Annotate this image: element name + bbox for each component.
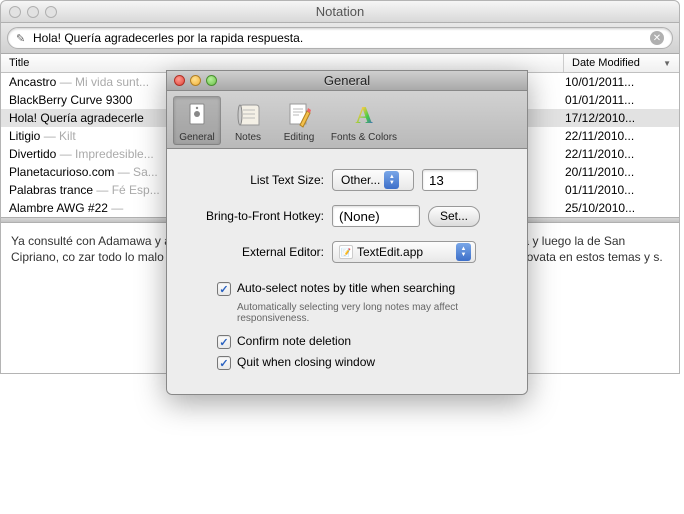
sort-arrow-icon: ▼ [663, 59, 671, 68]
list-text-size-label: List Text Size: [187, 173, 332, 187]
textedit-app-icon: 📝 [339, 245, 353, 259]
select-arrows-icon: ▲▼ [456, 243, 471, 261]
close-sheet-icon[interactable] [174, 75, 185, 86]
clear-search-icon[interactable]: ✕ [650, 31, 664, 45]
auto-select-label: Auto-select notes by title when searchin… [237, 281, 455, 295]
minimize-window-icon[interactable] [27, 6, 39, 18]
main-traffic-lights [1, 6, 57, 18]
minimize-sheet-icon[interactable] [190, 75, 201, 86]
tab-editing[interactable]: Editing [275, 96, 323, 145]
fonts-colors-icon: A [348, 99, 380, 131]
search-bar: ✎ ✕ [1, 23, 679, 54]
sheet-titlebar: General [167, 71, 527, 91]
pencil-icon: ✎ [16, 32, 28, 44]
external-editor-popup[interactable]: 📝 TextEdit.app ▲▼ [332, 241, 476, 263]
search-input[interactable] [33, 31, 650, 45]
tab-notes[interactable]: Notes [224, 96, 272, 145]
svg-text:A: A [355, 103, 373, 129]
quit-close-label: Quit when closing window [237, 355, 375, 369]
sheet-title: General [167, 73, 527, 88]
select-arrows-icon: ▲▼ [384, 171, 399, 189]
confirm-delete-checkbox[interactable]: ✓ [217, 335, 231, 349]
main-window-title: Notation [1, 4, 679, 19]
sheet-body: List Text Size: Other... ▲▼ Bring-to-Fro… [167, 149, 527, 394]
main-window: Notation ✎ ✕ Title Date Modified ▼ Ancas… [0, 0, 680, 374]
confirm-delete-label: Confirm note deletion [237, 334, 351, 348]
list-text-size-select[interactable]: Other... ▲▼ [332, 169, 414, 191]
hotkey-set-button[interactable]: Set... [428, 206, 480, 227]
tab-general[interactable]: General [173, 96, 221, 145]
column-date-modified[interactable]: Date Modified ▼ [564, 54, 679, 72]
external-editor-label: External Editor: [187, 245, 332, 259]
zoom-window-icon[interactable] [45, 6, 57, 18]
close-window-icon[interactable] [9, 6, 21, 18]
notes-icon [232, 99, 264, 131]
sheet-traffic-lights [167, 75, 217, 86]
hotkey-label: Bring-to-Front Hotkey: [187, 209, 332, 223]
preferences-sheet: General General Notes Editing [166, 70, 528, 395]
search-box[interactable]: ✎ ✕ [7, 27, 673, 49]
list-text-size-input[interactable] [422, 169, 478, 191]
general-icon [181, 99, 213, 131]
auto-select-checkbox[interactable]: ✓ [217, 282, 231, 296]
quit-close-checkbox[interactable]: ✓ [217, 356, 231, 370]
editing-icon [283, 99, 315, 131]
hotkey-input[interactable] [332, 205, 420, 227]
main-titlebar: Notation [1, 1, 679, 23]
tab-fonts-colors[interactable]: A Fonts & Colors [326, 96, 402, 145]
auto-select-description: Automatically selecting very long notes … [237, 302, 497, 324]
preferences-toolbar: General Notes Editing A Fonts & Colors [167, 91, 527, 149]
zoom-sheet-icon[interactable] [206, 75, 217, 86]
